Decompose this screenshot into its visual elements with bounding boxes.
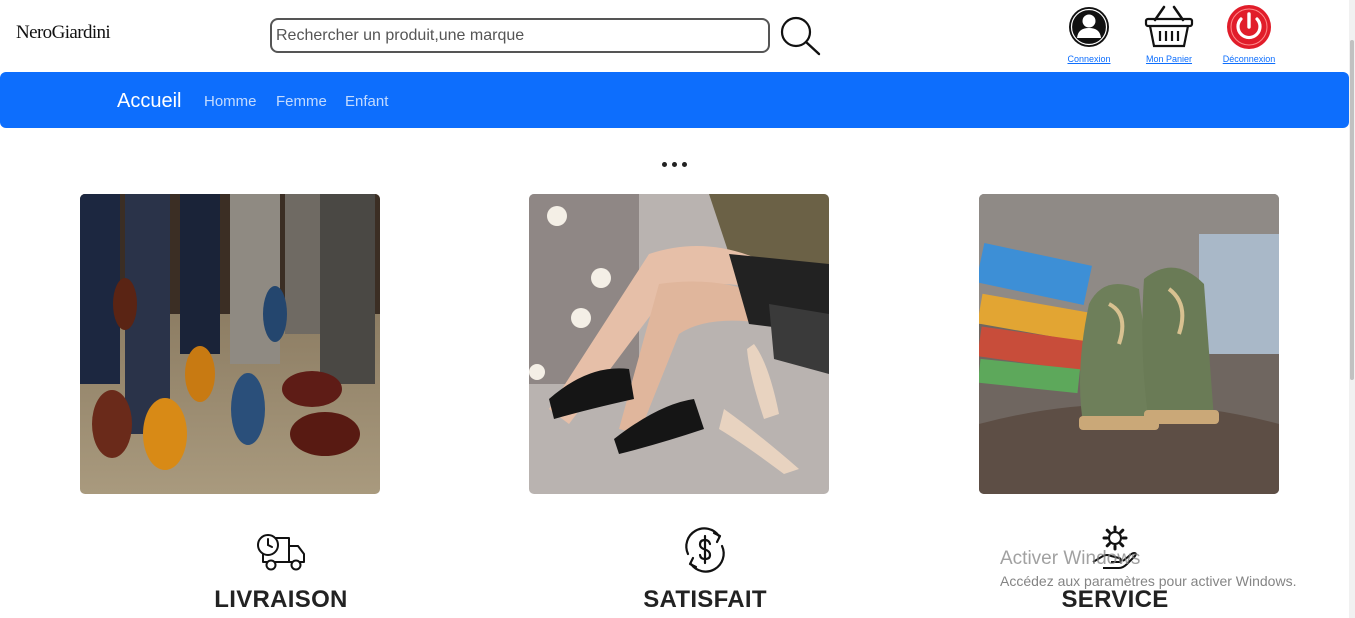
more-dots-icon[interactable]: [660, 160, 690, 170]
feature-service: SERVICE: [995, 524, 1235, 614]
logout-link[interactable]: Déconnexion: [1209, 4, 1289, 64]
connexion-label: Connexion: [1067, 54, 1111, 64]
search-icon: [780, 16, 821, 56]
feature-livraison: LIVRAISON: [161, 524, 401, 614]
cart-label: Mon Panier: [1145, 54, 1193, 64]
nav-link-femme[interactable]: Femme: [276, 93, 327, 110]
feature-satisfait: SATISFAIT: [585, 524, 825, 614]
search-input[interactable]: [270, 18, 770, 53]
delivery-truck-icon: [257, 534, 305, 571]
men-shoes-image[interactable]: [80, 194, 380, 494]
logout-label: Déconnexion: [1222, 54, 1276, 64]
nav-link-homme[interactable]: Homme: [204, 93, 257, 110]
feature-satisfait-title: SATISFAIT: [643, 586, 767, 613]
power-icon: [1227, 5, 1271, 49]
service-gear-hand-icon: [1092, 525, 1137, 569]
cart-link[interactable]: Mon Panier: [1129, 4, 1209, 64]
feature-livraison-title: LIVRAISON: [214, 586, 348, 613]
women-shoes-image[interactable]: [529, 194, 829, 494]
nav-home-brand[interactable]: Accueil: [117, 90, 181, 113]
brand-logo[interactable]: NeroGiardini: [16, 22, 111, 44]
kids-shoes-image[interactable]: [979, 194, 1279, 494]
search-button[interactable]: [778, 14, 822, 58]
user-icon: [1069, 7, 1109, 47]
page-scrollbar[interactable]: [1349, 0, 1355, 618]
main-navbar: Accueil Homme Femme Enfant: [0, 72, 1349, 128]
connexion-link[interactable]: Connexion: [1049, 4, 1129, 64]
nav-link-enfant[interactable]: Enfant: [345, 93, 388, 110]
kids-shoes-illustration: [979, 194, 1279, 494]
feature-service-title: SERVICE: [1061, 586, 1169, 613]
women-shoes-illustration: [529, 194, 829, 494]
basket-icon: [1144, 5, 1194, 48]
men-shoes-illustration: [80, 194, 380, 494]
money-back-icon: [685, 527, 725, 573]
scrollbar-thumb[interactable]: [1350, 40, 1354, 380]
